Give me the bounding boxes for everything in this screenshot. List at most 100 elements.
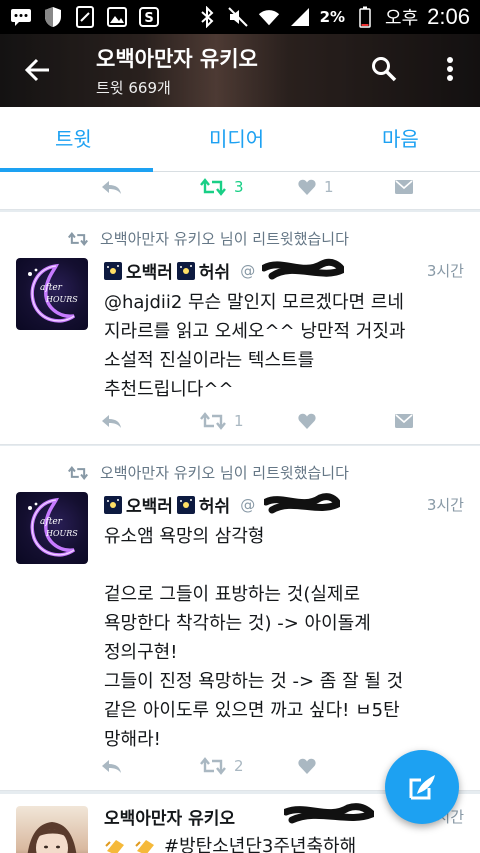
retweet-count: 1: [234, 412, 244, 430]
reply-icon: [102, 415, 121, 428]
heart-icon: [298, 758, 316, 774]
author-handle[interactable]: @: [240, 496, 255, 514]
image-icon: [106, 6, 128, 28]
retweet-count: 3: [234, 178, 244, 196]
tweet-text: #방탄소년단3주년축하해: [164, 836, 357, 853]
profile-tabs: 트윗 미디어 마음: [0, 107, 480, 172]
mute-icon: [227, 6, 249, 28]
clapping-hands-emoji-icon: [135, 839, 154, 853]
retweet-count: 2: [234, 757, 244, 775]
tweet-card[interactable]: 오백아만자 유키오 님이 리트윗했습니다 after HOURS 오백러 허쉬 …: [0, 212, 480, 445]
envelope-icon: [395, 180, 413, 194]
battery-percent: 2%: [319, 8, 346, 26]
reply-icon: [102, 181, 121, 194]
svg-text:S: S: [144, 11, 153, 26]
search-icon: [372, 57, 397, 82]
like-count: 1: [324, 178, 334, 196]
author-name[interactable]: 오백아만자 유키오: [104, 804, 235, 829]
neon-moon-avatar-icon: after HOURS: [28, 497, 78, 557]
author-emoji-icon: [104, 495, 122, 514]
author-name-2[interactable]: 허쉬: [199, 258, 230, 283]
message-button[interactable]: [394, 406, 414, 436]
author-emoji-icon: [176, 495, 195, 514]
tweet-text: 유소앰 욕망의 삼각형 겉으로 그들이 표방하는 것(실제로 욕망한다 착각하는…: [104, 526, 404, 750]
chat-icon: [10, 6, 32, 28]
retweet-icon: [200, 412, 226, 430]
document-edit-icon: [74, 6, 96, 28]
shield-icon: [42, 6, 64, 28]
retweeted-by-note: 오백아만자 유키오 님이 리트윗했습니다: [68, 228, 349, 249]
person-photo-icon: [27, 822, 77, 853]
search-button[interactable]: [366, 51, 402, 87]
retweet-icon: [200, 757, 226, 775]
clock: 2:06: [427, 4, 470, 29]
more-options-button[interactable]: [432, 51, 468, 87]
redaction-scribble-icon: [284, 803, 374, 824]
profile-name: 오백아만자 유키오: [96, 47, 258, 71]
retweet-button[interactable]: 2: [200, 751, 244, 781]
heart-icon: [298, 413, 316, 429]
like-button[interactable]: [298, 406, 316, 436]
retweeted-by-note: 오백아만자 유키오 님이 리트윗했습니다: [68, 462, 349, 483]
like-button[interactable]: [298, 751, 316, 781]
s-app-icon: S: [138, 6, 160, 28]
tweet-actions: 3 1: [100, 172, 430, 202]
author-handle[interactable]: @: [240, 262, 255, 280]
tweet-card[interactable]: 오백아만자 유키오 님이 리트윗했습니다 after HOURS 오백러 허쉬 …: [0, 446, 480, 791]
reply-button[interactable]: [100, 172, 122, 202]
like-button[interactable]: 1: [298, 172, 334, 202]
signal-icon: [289, 6, 311, 28]
profile-header: 오백아만자 유키오 트윗 669개: [0, 34, 480, 107]
tab-media[interactable]: 미디어: [209, 123, 264, 152]
reply-icon: [102, 760, 121, 773]
retweet-button[interactable]: 3: [200, 172, 244, 202]
redaction-scribble-icon: [264, 493, 340, 514]
tweet-actions: 2: [100, 751, 430, 781]
tweet-feed[interactable]: 3 1 오백아만자 유키오 님이 리트윗했습니다 after HOURS 오백러…: [0, 172, 480, 853]
back-arrow-icon: [25, 58, 49, 82]
compose-tweet-button[interactable]: [385, 750, 459, 824]
clapping-hands-emoji-icon: [105, 839, 124, 853]
time-ampm: 오후: [385, 8, 419, 29]
author-emoji-icon: [176, 261, 195, 280]
reply-button[interactable]: [100, 406, 122, 436]
tab-tweets[interactable]: 트윗: [55, 123, 92, 152]
svg-text:after: after: [40, 283, 63, 293]
compose-feather-icon: [409, 775, 435, 800]
tweet-text: @hajdii2 무슨 말인지 모르겠다면 르네 지라르를 읽고 오세오^^ 낭…: [104, 292, 406, 400]
author-name-2[interactable]: 허쉬: [199, 492, 230, 517]
tweet-actions: 1: [100, 406, 430, 436]
tweet-time: 3시간: [426, 496, 464, 514]
bluetooth-icon: [196, 6, 218, 28]
avatar[interactable]: [16, 806, 88, 853]
retweet-small-icon: [68, 231, 88, 246]
reply-button[interactable]: [100, 751, 122, 781]
more-vert-icon: [447, 57, 453, 81]
avatar[interactable]: after HOURS: [16, 258, 88, 330]
tweet-author-row: 오백러 허쉬 @: [104, 492, 255, 517]
back-button[interactable]: [18, 50, 58, 90]
tweet-author-row: 오백아만자 유키오: [104, 804, 235, 829]
heart-icon: [298, 179, 316, 195]
author-emoji-icon: [104, 261, 122, 280]
redaction-scribble-icon: [262, 258, 344, 280]
tweet-time: 3시간: [426, 262, 464, 280]
tab-likes[interactable]: 마음: [382, 123, 419, 152]
avatar[interactable]: after HOURS: [16, 492, 88, 564]
author-name[interactable]: 오백러: [126, 492, 173, 517]
neon-moon-avatar-icon: after HOURS: [28, 263, 78, 323]
tweet-count: 트윗 669개: [96, 79, 171, 97]
svg-text:HOURS: HOURS: [45, 295, 78, 304]
svg-text:after: after: [40, 517, 63, 527]
tweet-card-partial: 3 1: [0, 172, 480, 210]
author-name[interactable]: 오백러: [126, 258, 173, 283]
retweet-icon: [200, 178, 226, 196]
battery-icon: [354, 6, 376, 28]
tweet-text-row: #방탄소년단3주년축하해: [104, 832, 464, 853]
tweet-author-row: 오백러 허쉬 @: [104, 258, 255, 283]
svg-text:HOURS: HOURS: [45, 529, 78, 538]
retweet-button[interactable]: 1: [200, 406, 244, 436]
message-button[interactable]: [394, 172, 414, 202]
envelope-icon: [395, 414, 413, 428]
wifi-icon: [258, 6, 280, 28]
